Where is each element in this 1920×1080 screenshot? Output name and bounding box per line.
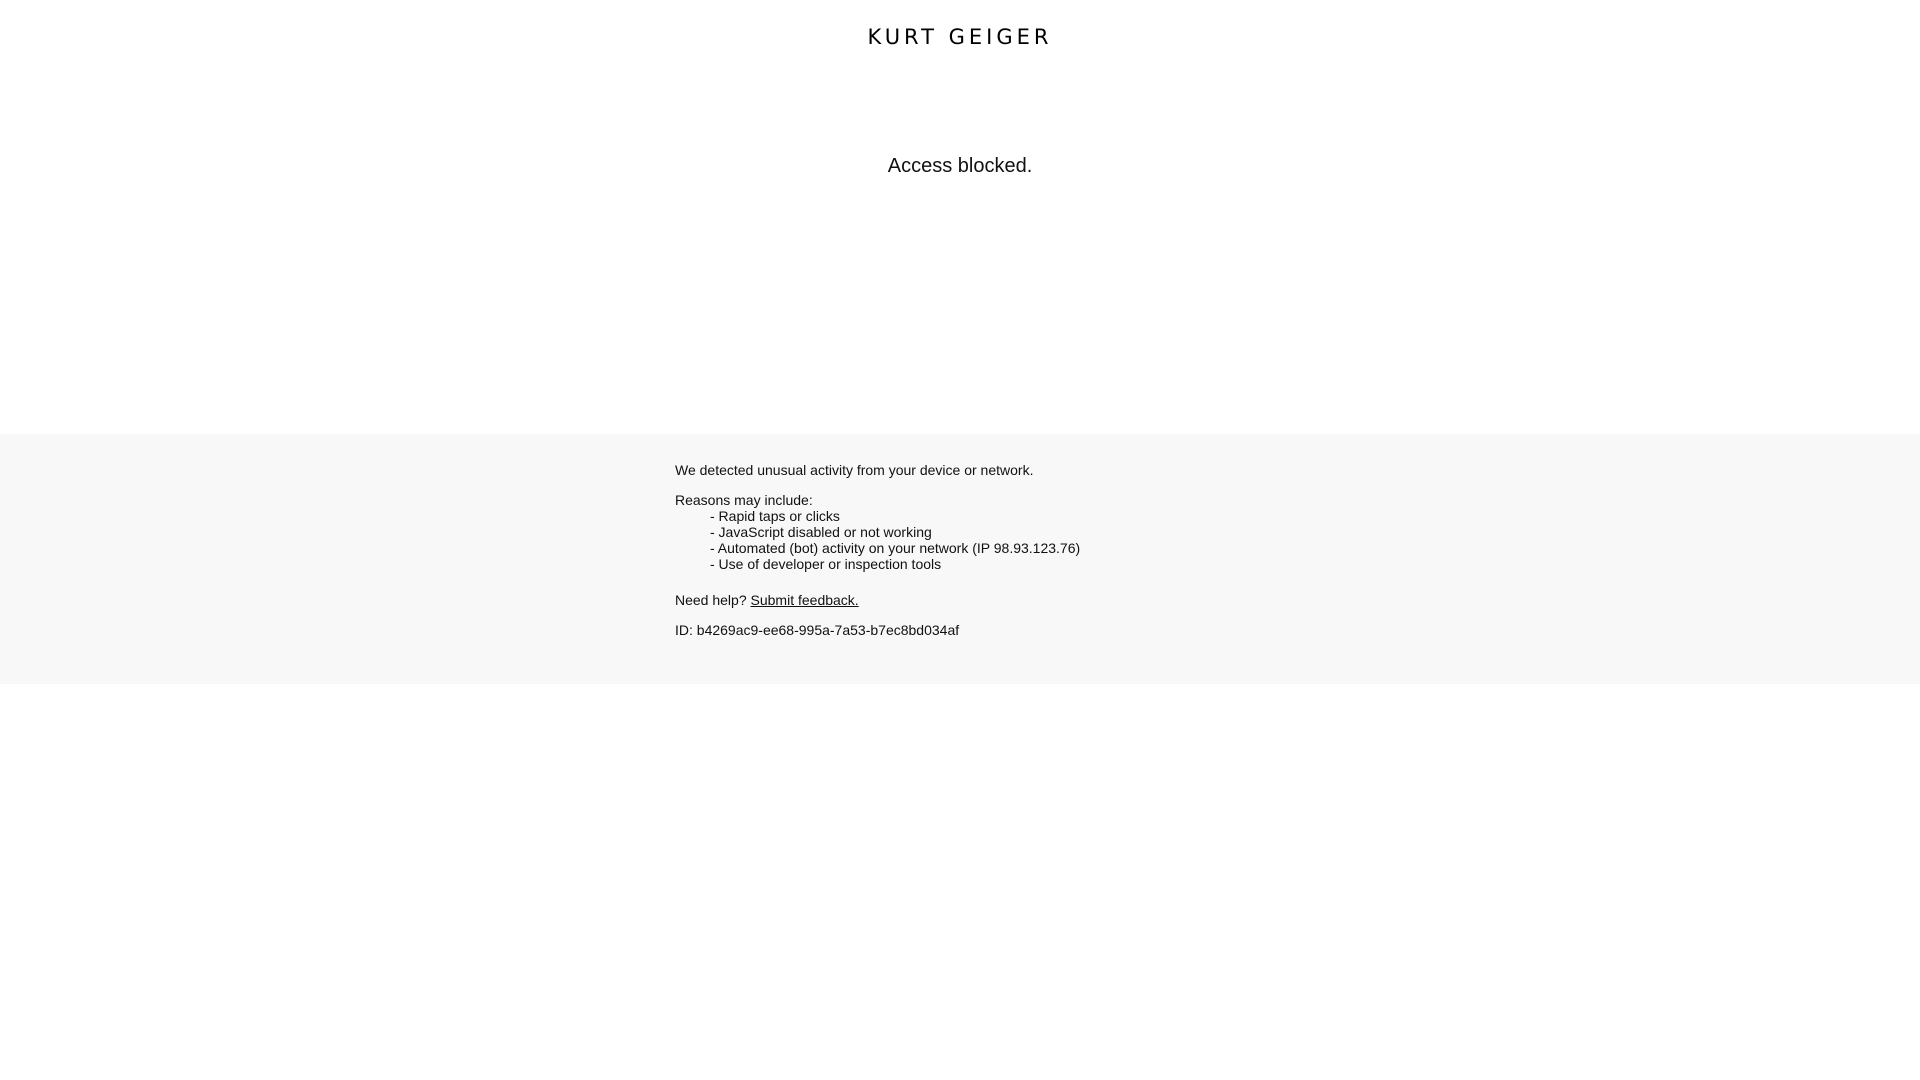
- request-id: ID: b4269ac9-ee68-995a-7a53-b7ec8bd034af: [675, 622, 1375, 638]
- reason-item: - Use of developer or inspection tools: [710, 556, 942, 572]
- info-content: We detected unusual activity from your d…: [675, 462, 1375, 638]
- reason-item: - Rapid taps or clicks: [710, 508, 840, 524]
- detected-message: We detected unusual activity from your d…: [675, 462, 1034, 478]
- page-title: Access blocked.: [887, 155, 1033, 177]
- id-label: ID:: [675, 622, 693, 638]
- submit-feedback-link[interactable]: Submit feedback.: [751, 592, 859, 608]
- reason-item: - JavaScript disabled or not working: [710, 524, 932, 540]
- brand-logo: KURT GEIGER: [867, 25, 1053, 49]
- reason-item: - Automated (bot) activity on your netwo…: [710, 540, 1081, 556]
- reasons-list: - Rapid taps or clicks - JavaScript disa…: [675, 508, 1375, 572]
- page: KURT GEIGER Access blocked. We detected …: [0, 0, 1920, 1080]
- help-line: Need help? Submit feedback.: [675, 592, 1375, 608]
- info-panel: We detected unusual activity from your d…: [0, 434, 1920, 684]
- help-prefix: Need help?: [675, 592, 747, 608]
- reasons-title: Reasons may include:: [675, 492, 813, 508]
- id-value: b4269ac9-ee68-995a-7a53-b7ec8bd034af: [696, 622, 960, 638]
